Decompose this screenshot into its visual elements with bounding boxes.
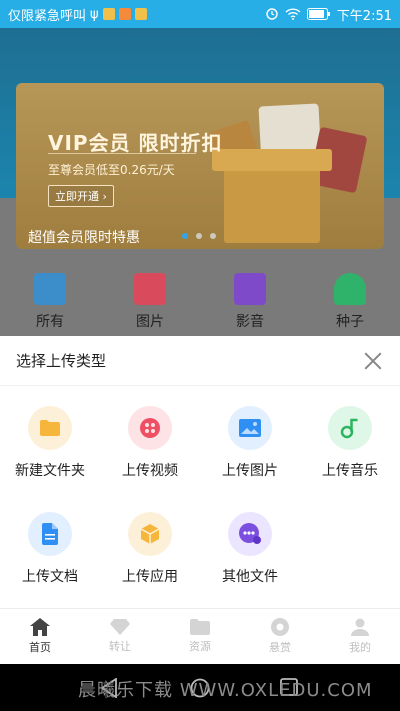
upload-video-option[interactable]: 上传视频 (100, 406, 200, 512)
upload-type-sheet: 选择上传类型 新建文件夹 上传视频 上传图片 上传音乐 上传文档 上传应用 其他… (0, 336, 400, 608)
tab-profile[interactable]: 我的 (320, 609, 400, 664)
video-icon (234, 273, 266, 305)
tab-transfer[interactable]: 转让 (80, 609, 160, 664)
image-icon (228, 406, 272, 450)
diamond-icon (110, 619, 130, 635)
background-app: VIP会员 限时折扣 至尊会员低至0.26元/天 立即开通 › 超值会员限时特惠… (0, 28, 400, 336)
tab-label: 资源 (189, 640, 211, 653)
package-icon (128, 512, 172, 556)
bottom-tab-bar: 首页 转让 资源 悬赏 我的 (0, 608, 400, 664)
upload-document-option[interactable]: 上传文档 (0, 512, 100, 618)
category-label: 种子 (336, 314, 364, 330)
watermark: 晨曦乐下载 WWW.OXLEDU.COM (78, 680, 373, 701)
music-icon (328, 406, 372, 450)
category-label: 所有 (36, 314, 64, 330)
banner-caption: 超值会员限时特惠 (28, 230, 140, 246)
option-label: 上传图片 (222, 463, 278, 479)
close-icon[interactable] (362, 350, 384, 372)
person-icon (351, 618, 369, 636)
option-label: 上传应用 (122, 569, 178, 585)
category-label: 影音 (236, 314, 264, 330)
carousel-dot (182, 233, 188, 239)
status-bar: 仅限紧急呼叫 ψ 下午2:51 (0, 0, 400, 28)
banner-divider (48, 153, 196, 154)
carousel-dot (196, 233, 202, 239)
battery-icon (306, 8, 330, 20)
upload-app-option[interactable]: 上传应用 (100, 512, 200, 618)
clock: 下午2:51 (336, 8, 392, 24)
category-torrent[interactable]: 种子 (300, 273, 400, 331)
banner-title: VIP会员 限时折扣 (48, 131, 223, 155)
banner-subtitle: 至尊会员低至0.26元/天 (48, 163, 175, 177)
notification-download-icon (134, 8, 147, 20)
category-row: 所有 图片 影音 种子 (0, 273, 400, 331)
tab-label: 我的 (349, 641, 371, 654)
chat-bubble-icon (228, 512, 272, 556)
option-label: 上传文档 (22, 569, 78, 585)
option-label: 上传音乐 (322, 463, 378, 479)
banner-open-button[interactable]: 立即开通 › (48, 185, 114, 207)
option-label: 其他文件 (222, 569, 278, 585)
vip-banner[interactable]: VIP会员 限时折扣 至尊会员低至0.26元/天 立即开通 › 超值会员限时特惠 (16, 83, 384, 249)
category-all[interactable]: 所有 (0, 273, 100, 331)
magnet-icon (334, 273, 366, 305)
plus-circle-icon (271, 618, 289, 636)
option-label: 上传视频 (122, 463, 178, 479)
tab-resources[interactable]: 资源 (160, 609, 240, 664)
carousel-dot (210, 233, 216, 239)
folder-icon (190, 619, 210, 635)
home-icon (30, 618, 50, 636)
wifi-icon (285, 8, 301, 20)
carrier-text: 仅限紧急呼叫 (8, 8, 87, 24)
notification-play-icon (118, 8, 131, 20)
tab-label: 转让 (109, 640, 131, 653)
image-icon (134, 273, 166, 305)
notification-app-icon (102, 8, 115, 20)
option-label: 新建文件夹 (15, 463, 85, 479)
sheet-title: 选择上传类型 (16, 352, 107, 370)
tab-label: 首页 (29, 641, 51, 654)
category-images[interactable]: 图片 (100, 273, 200, 331)
category-label: 图片 (136, 314, 164, 330)
alarm-icon (266, 8, 278, 20)
tab-home[interactable]: 首页 (0, 609, 80, 664)
sheet-header: 选择上传类型 (0, 336, 400, 386)
carousel-indicator (182, 233, 216, 239)
upload-music-option[interactable]: 上传音乐 (300, 406, 400, 512)
video-reel-icon (128, 406, 172, 450)
upload-image-option[interactable]: 上传图片 (200, 406, 300, 512)
document-icon (28, 512, 72, 556)
category-media[interactable]: 影音 (200, 273, 300, 331)
folder-icon (28, 406, 72, 450)
folder-icon (34, 273, 66, 305)
tab-bounty[interactable]: 悬赏 (240, 609, 320, 664)
upload-options-grid: 新建文件夹 上传视频 上传图片 上传音乐 上传文档 上传应用 其他文件 (0, 386, 400, 618)
other-files-option[interactable]: 其他文件 (200, 512, 300, 618)
usb-icon: ψ (90, 6, 99, 22)
gift-box-graphic (212, 149, 332, 243)
new-folder-option[interactable]: 新建文件夹 (0, 406, 100, 512)
tab-label: 悬赏 (269, 641, 291, 654)
